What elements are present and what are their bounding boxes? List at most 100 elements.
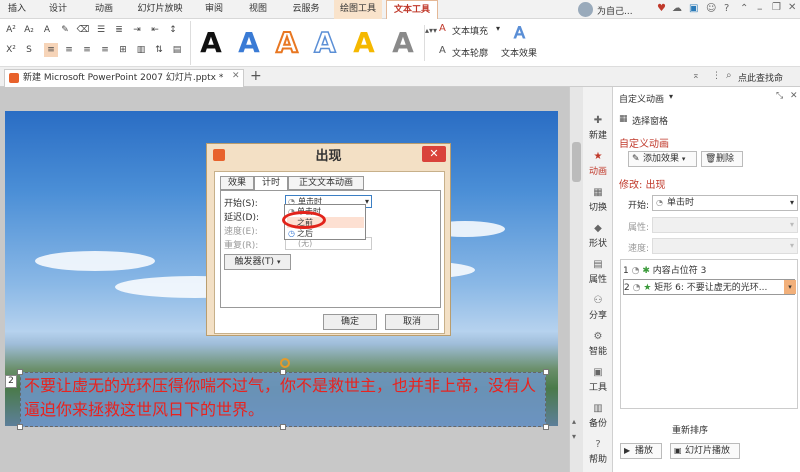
outdent-icon[interactable]: ⇤ <box>148 23 162 37</box>
tab-design[interactable]: 设计 <box>42 0 74 19</box>
tab-view[interactable]: 视图 <box>242 0 274 19</box>
document-tab[interactable]: 新建 Microsoft PowerPoint 2007 幻灯片.pptx * <box>4 69 244 87</box>
search-icon[interactable]: ⌕ <box>726 70 732 81</box>
restore-icon[interactable]: ❐ <box>772 2 781 13</box>
chevron-down-icon[interactable]: ▾ <box>572 432 576 441</box>
sidebar-item-properties[interactable]: ▤ 属性 <box>583 259 613 285</box>
tab-effect[interactable]: 效果 <box>220 176 254 190</box>
scroll-thumb[interactable] <box>572 142 581 182</box>
account-name[interactable]: 为自己... <box>597 4 655 17</box>
help-icon[interactable]: ? <box>724 3 729 14</box>
option-after-previous[interactable]: ◷ 之后 <box>287 228 364 239</box>
close-icon[interactable]: ✕ <box>790 91 798 101</box>
text-outline-button[interactable]: 文本轮廓 <box>452 46 488 59</box>
text-effect-icon[interactable]: A <box>514 23 526 43</box>
tab-slideshow[interactable]: 幻灯片放映 <box>132 0 188 19</box>
font-color-icon[interactable]: A <box>40 23 54 37</box>
close-icon[interactable]: ✕ <box>788 2 796 13</box>
trigger-button[interactable]: 触发器(T) ▾ <box>224 254 291 270</box>
cancel-button[interactable]: 取消 <box>385 314 439 330</box>
justify-icon[interactable]: ≡ <box>98 43 112 57</box>
tab-timing[interactable]: 计时 <box>254 176 288 191</box>
text-style-yellow[interactable]: A <box>350 23 378 63</box>
columns-icon[interactable]: ▥ <box>134 43 148 57</box>
heart-icon[interactable]: ♥ <box>657 3 666 14</box>
sidebar-item-share[interactable]: ⚇ 分享 <box>583 295 613 321</box>
item-menu-button[interactable]: ▾ <box>784 280 796 294</box>
delete-button[interactable]: 🗑 删除 <box>701 151 743 167</box>
resize-handle[interactable] <box>543 424 549 430</box>
user-icon[interactable]: ☺ <box>706 3 716 14</box>
cloud-icon[interactable]: ☁ <box>672 3 682 14</box>
dock-icon[interactable]: ⤡ <box>776 91 783 101</box>
shadow-icon[interactable]: S <box>22 43 36 57</box>
text-style-orange-outline[interactable]: A <box>273 23 301 63</box>
tab-review[interactable]: 审阅 <box>198 0 230 19</box>
text-box-icon[interactable]: ▤ <box>170 43 184 57</box>
text-fill-button[interactable]: 文本填充 <box>452 24 488 37</box>
list-item[interactable]: 2 ◔ ★ 矩形 6: 不要让虚无的光环... <box>623 279 795 295</box>
shirt-icon[interactable]: ▣ <box>689 3 698 14</box>
resize-handle[interactable] <box>17 424 23 430</box>
more-icon[interactable]: ⋮ <box>712 71 721 81</box>
tab-animation[interactable]: 动画 <box>88 0 120 19</box>
text-style-black[interactable]: A <box>197 23 225 63</box>
sidebar-item-transition[interactable]: ▦ 切换 <box>583 187 613 213</box>
align-left-icon[interactable]: ≡ <box>44 43 58 57</box>
vertical-scrollbar[interactable]: ▴ ▾ <box>569 87 583 472</box>
text-outline-icon[interactable]: A <box>439 45 446 56</box>
distribute-icon[interactable]: ⊞ <box>116 43 130 57</box>
add-effect-button[interactable]: ✎ 添加效果 ▾ <box>628 151 697 167</box>
text-style-gray[interactable]: A <box>389 23 417 63</box>
text-style-blue-outline[interactable]: A <box>311 23 339 63</box>
tab-text-tools[interactable]: 文本工具 <box>386 0 438 19</box>
indent-icon[interactable]: ⇥ <box>130 23 144 37</box>
bullets-icon[interactable]: ☰ <box>94 23 108 37</box>
animation-list[interactable]: 1 ◔ ✱ 内容占位符 3 2 ◔ ★ 矩形 6: 不要让虚无的光环... ▾ <box>620 259 798 409</box>
slideshow-button[interactable]: ▣ 幻灯片播放 <box>670 443 740 459</box>
sidebar-item-shape[interactable]: ◆ 形状 <box>583 223 613 249</box>
select-pane-link[interactable]: 选择窗格 <box>632 114 668 127</box>
resize-handle[interactable] <box>280 424 286 430</box>
text-fill-icon[interactable]: A <box>439 23 446 34</box>
avatar[interactable] <box>578 2 593 17</box>
tab-drawing-tools[interactable]: 绘图工具 <box>334 0 382 19</box>
sidebar-item-help[interactable]: ? 帮助 <box>583 439 613 465</box>
list-item[interactable]: 1 ◔ ✱ 内容占位符 3 <box>623 263 795 279</box>
text-style-blue[interactable]: A <box>235 23 263 63</box>
chevron-up-icon[interactable]: ▴ <box>572 417 576 426</box>
sidebar-item-smart[interactable]: ⚙ 智能 <box>583 331 613 357</box>
play-button[interactable]: ▶ 播放 <box>620 443 662 459</box>
resize-handle[interactable] <box>17 369 23 375</box>
align-right-icon[interactable]: ≡ <box>80 43 94 57</box>
sidebar-item-new[interactable]: ✚ 新建 <box>583 115 613 141</box>
close-tab-icon[interactable]: ✕ <box>232 71 240 81</box>
text-direction-icon[interactable]: ⇅ <box>152 43 166 57</box>
property-select[interactable]: ▾ <box>652 217 798 233</box>
minimize-icon[interactable]: – <box>757 2 763 15</box>
tab-insert[interactable]: 插入 <box>2 0 32 19</box>
line-spacing-icon[interactable]: ↕ <box>166 23 180 37</box>
tab-text-animation[interactable]: 正文文本动画 <box>288 176 364 190</box>
rotate-handle[interactable] <box>280 358 290 368</box>
clear-format-icon[interactable]: ⌫ <box>76 23 90 37</box>
dialog-close-button[interactable]: ✕ <box>422 146 446 162</box>
strikethrough-icon[interactable]: X² <box>4 43 18 57</box>
align-center-icon[interactable]: ≡ <box>62 43 76 57</box>
collapse-icon[interactable]: ⌃ <box>740 3 748 14</box>
ok-button[interactable]: 确定 <box>323 314 377 330</box>
chevron-down-icon[interactable]: ▾ <box>496 24 500 33</box>
sidebar-item-animation[interactable]: ★ 动画 <box>583 151 613 177</box>
slide-text[interactable]: 不要让虚无的光环压得你喘不过气，你不是救世主，也并非上帝，没有人逼迫你来拯救这世… <box>24 374 544 422</box>
text-effect-button[interactable]: 文本效果 <box>501 46 537 59</box>
sidebar-item-backup[interactable]: ▥ 备份 <box>583 403 613 429</box>
speed-select[interactable]: ▾ <box>652 238 798 254</box>
highlight-icon[interactable]: ✎ <box>58 23 72 37</box>
panel-title[interactable]: 自定义动画 <box>619 92 664 105</box>
resize-handle[interactable] <box>280 369 286 375</box>
numbering-icon[interactable]: ≣ <box>112 23 126 37</box>
resize-handle[interactable] <box>543 369 549 375</box>
superscript-icon[interactable]: A² <box>4 23 18 37</box>
tab-cloud[interactable]: 云服务 <box>286 0 326 19</box>
start-select[interactable]: ◔ 单击时 ▾ <box>652 195 798 211</box>
